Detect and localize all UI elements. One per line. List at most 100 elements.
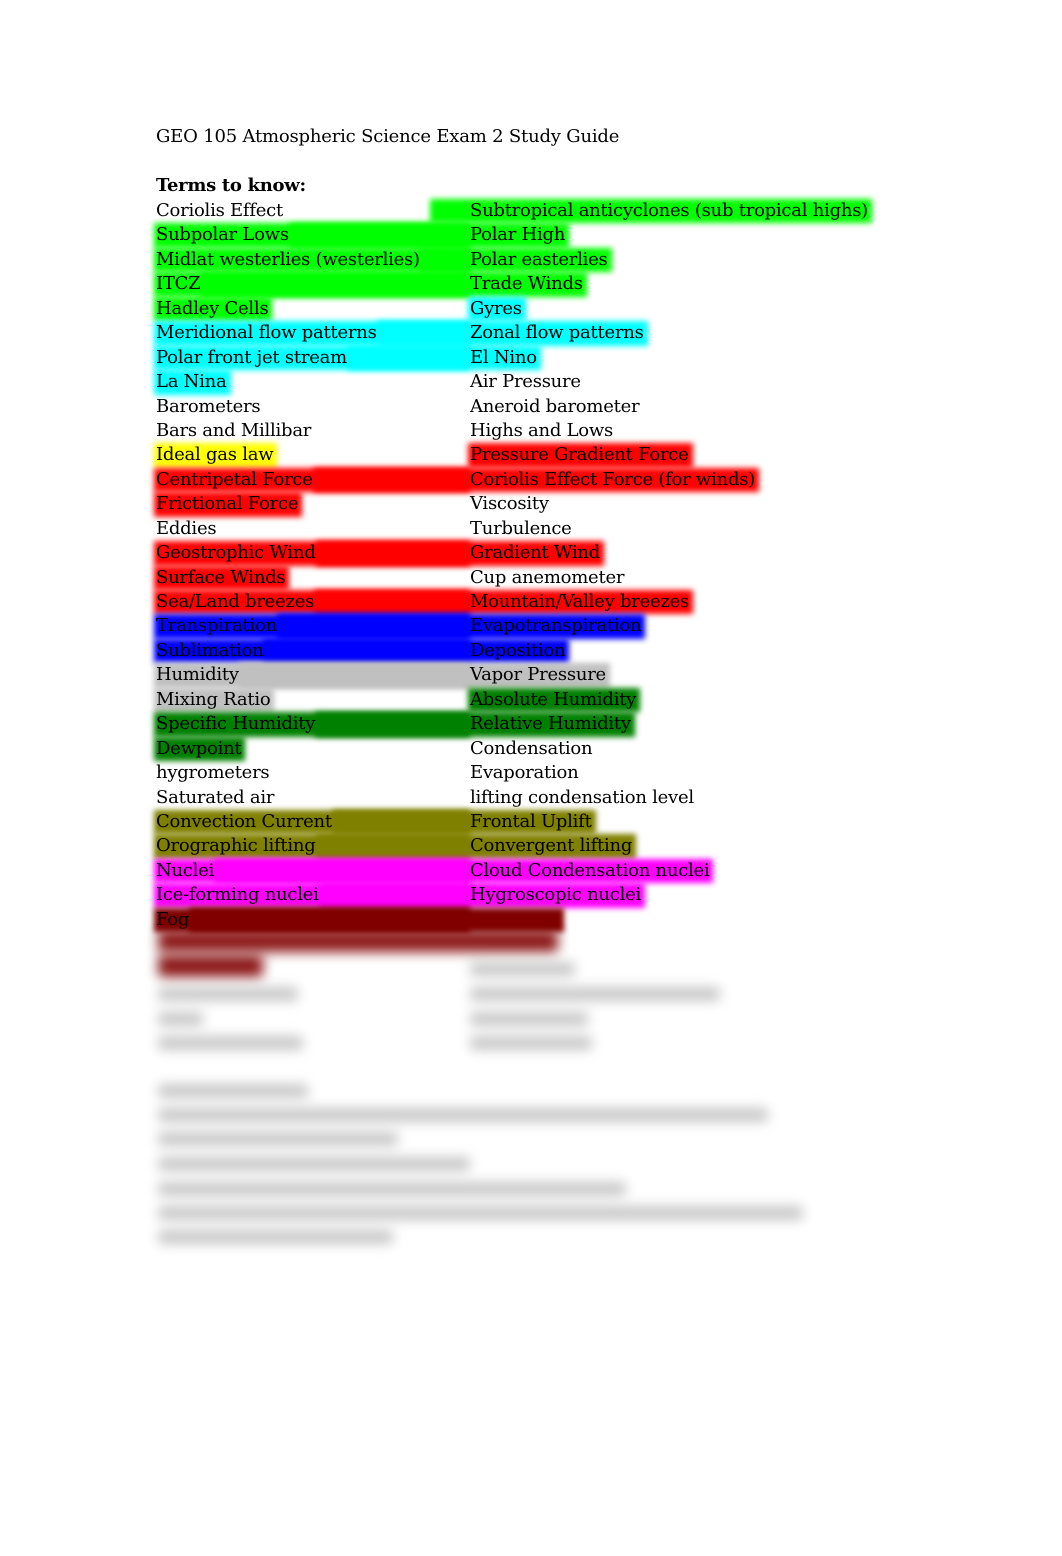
term-row: Nuclei Cloud Condensation nuclei: [0, 858, 1062, 884]
term-left: Bars and Millibar: [156, 419, 312, 441]
term-left: Ice-forming nuclei: [156, 884, 319, 906]
term-left: Hadley Cells: [156, 297, 269, 319]
term-row: Transpiration Evapotranspiration: [0, 614, 1062, 639]
term-right: Frontal Uplift: [470, 810, 592, 832]
term-right: Pressure Gradient Force: [470, 444, 689, 466]
term-left: Geostrophic Wind: [156, 542, 316, 564]
blurred-text-line: [158, 1206, 803, 1220]
blurred-text-line: [470, 1012, 588, 1026]
term-left: Transpiration: [156, 615, 277, 637]
term-right: Cup anemometer: [470, 566, 625, 588]
term-right: Hygroscopic nuclei: [470, 884, 641, 906]
terms-heading: Terms to know:: [156, 175, 306, 196]
document-page: GEO 105 Atmospheric Science Exam 2 Study…: [0, 0, 1062, 1556]
term-row: Bars and Millibar Highs and Lows: [0, 419, 1062, 443]
term-left: Mixing Ratio: [156, 688, 271, 710]
term-left: Nuclei: [156, 859, 215, 881]
term-left: ITCZ: [156, 273, 201, 295]
term-left: Saturated air: [156, 786, 275, 808]
term-right: Subtropical anticyclones (sub tropical h…: [470, 200, 868, 221]
term-right: Evapotranspiration: [470, 615, 642, 637]
term-left: Meridional flow patterns: [156, 322, 377, 344]
term-right: Air Pressure: [470, 371, 581, 393]
term-row: Subpolar Lows Polar High: [0, 223, 1062, 248]
term-row: Specific Humidity Relative Humidity: [0, 712, 1062, 737]
term-left: Dewpoint: [156, 737, 242, 759]
term-right: Condensation: [470, 737, 593, 759]
blurred-text-line: [158, 1182, 626, 1196]
term-left: Eddies: [156, 517, 217, 539]
term-left: Subpolar Lows: [156, 224, 289, 246]
blurred-text-line: [470, 987, 720, 1001]
term-row: hygrometers Evaporation: [0, 761, 1062, 785]
term-row: Dewpoint Condensation: [0, 736, 1062, 762]
term-row: Humidity Vapor Pressure: [0, 663, 1062, 688]
terms-list: Coriolis Effect Subtropical anticyclones …: [0, 199, 1062, 933]
term-right: Zonal flow patterns: [470, 322, 644, 344]
term-left: Sea/Land breezes: [156, 591, 315, 612]
term-row: Convection Current Frontal Uplift: [0, 809, 1062, 835]
term-right: Coriolis Effect Force (for winds): [470, 468, 755, 490]
term-right: Polar High: [470, 224, 566, 246]
blurred-text-line: [158, 1132, 398, 1146]
term-right: Relative Humidity: [470, 713, 631, 735]
term-row: Fog: [0, 907, 1062, 933]
term-left: Coriolis Effect: [156, 200, 283, 221]
blurred-text-line: [158, 1230, 393, 1244]
blurred-text-line: [158, 1036, 303, 1050]
term-row: Centripetal Force Coriolis Effect Force (…: [0, 467, 1062, 493]
term-left: Sublimation: [156, 639, 264, 661]
blurred-text-line: [470, 962, 575, 976]
term-row: Eddies Turbulence: [0, 517, 1062, 541]
term-left: Specific Humidity: [156, 713, 316, 735]
term-right: Convergent lifting: [470, 835, 633, 857]
term-left: Convection Current: [156, 810, 332, 832]
blurred-text-line: [158, 1084, 308, 1098]
term-row: Geostrophic Wind Gradient Wind: [0, 541, 1062, 566]
term-left: Midlat westerlies (westerlies): [156, 248, 420, 270]
term-right: Deposition: [470, 639, 566, 661]
term-right: Vapor Pressure: [470, 664, 606, 686]
blurred-highlight-band: [158, 955, 263, 977]
term-right: Trade Winds: [470, 273, 583, 295]
term-right: Polar easterlies: [470, 248, 608, 270]
term-right: Turbulence: [470, 517, 572, 539]
term-left: Barometers: [156, 395, 261, 417]
term-left: Polar front jet stream: [156, 346, 347, 368]
term-left: Frictional Force: [156, 493, 299, 515]
blurred-text-line: [158, 1012, 203, 1026]
term-right: Aneroid barometer: [470, 395, 640, 417]
term-row: Meridional flow patterns Zonal flow patte…: [0, 321, 1062, 346]
term-row: Sea/Land breezes Mountain/Valley breezes: [0, 590, 1062, 615]
blurred-highlight-band: [158, 930, 558, 952]
document-title: GEO 105 Atmospheric Science Exam 2 Study…: [156, 126, 620, 147]
term-left: Ideal gas law: [156, 444, 274, 466]
highlight-right: [189, 907, 564, 933]
term-right: Absolute Humidity: [470, 688, 637, 710]
term-left: Surface Winds: [156, 566, 286, 588]
term-left: Fog: [156, 908, 190, 930]
term-row: Sublimation Deposition: [0, 638, 1062, 664]
term-row: Polar front jet stream El Nino: [0, 345, 1062, 371]
term-row: Coriolis Effect Subtropical anticyclones …: [0, 199, 1062, 224]
term-right: Gyres: [470, 297, 522, 319]
term-row: Ice-forming nuclei Hygroscopic nuclei: [0, 883, 1062, 908]
term-row: La Nina Air Pressure: [0, 370, 1062, 395]
term-left: Orographic lifting: [156, 835, 316, 857]
term-right: El Nino: [470, 346, 537, 368]
blurred-text-line: [158, 987, 298, 1001]
term-row: Surface Winds Cup anemometer: [0, 565, 1062, 590]
blurred-text-line: [158, 1157, 470, 1171]
term-right: Viscosity: [470, 493, 549, 515]
term-right: Gradient Wind: [470, 542, 601, 564]
term-left: Humidity: [156, 664, 239, 686]
term-left: La Nina: [156, 371, 227, 393]
term-right: lifting condensation level: [470, 786, 694, 808]
term-right: Mountain/Valley breezes: [470, 591, 690, 612]
term-row: Barometers Aneroid barometer: [0, 395, 1062, 419]
term-row: Hadley Cells Gyres: [0, 296, 1062, 322]
term-row: Ideal gas law Pressure Gradient Force: [0, 443, 1062, 468]
term-right: Highs and Lows: [470, 419, 614, 441]
term-left: Centripetal Force: [156, 468, 313, 490]
term-right: Cloud Condensation nuclei: [470, 859, 710, 881]
